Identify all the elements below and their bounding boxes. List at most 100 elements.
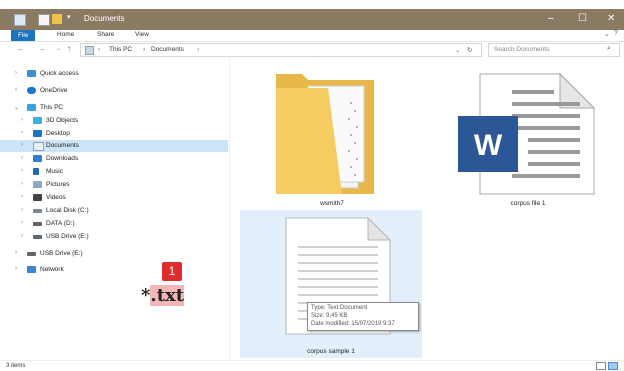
new-folder-icon[interactable] (52, 14, 62, 24)
network-icon (27, 266, 36, 273)
pane-divider[interactable] (229, 59, 230, 360)
expand-icon[interactable]: › (21, 207, 23, 213)
nav-label: Music (46, 168, 63, 175)
documents-location-icon (85, 46, 94, 55)
step-number-badge: 1 (162, 262, 182, 281)
up-icon[interactable]: ↑ (67, 44, 71, 53)
nav-item-onedrive[interactable]: › OneDrive (0, 85, 229, 97)
breadcrumb-this-pc[interactable]: This PC (109, 46, 132, 53)
item-count: 3 items (6, 363, 26, 369)
tooltip-size: Size: 9,45 KB (311, 313, 348, 319)
properties-icon[interactable] (38, 14, 50, 26)
nav-item-pictures[interactable]: › Pictures (0, 179, 229, 191)
collapse-icon[interactable]: ⌄ (14, 104, 19, 111)
help-icon[interactable]: ? (614, 30, 618, 37)
file-item-corpus-file-1[interactable]: W corpus file 1 (448, 72, 608, 212)
explorer-icon[interactable] (14, 14, 26, 26)
search-icon[interactable]: ⌕ (607, 45, 611, 53)
maximize-icon[interactable]: ☐ (578, 13, 587, 25)
file-item-wsmith7[interactable]: wsmith7 (262, 62, 402, 212)
annotation-file-pattern: *.txt (141, 285, 185, 306)
refresh-icon[interactable]: ↻ (467, 46, 472, 54)
nav-label: Downloads (46, 155, 79, 162)
expand-icon[interactable]: › (21, 117, 23, 123)
back-icon[interactable]: ← (17, 44, 25, 53)
computer-icon (27, 104, 36, 111)
file-item-corpus-sample-1[interactable]: corpus sample 1 (240, 210, 422, 358)
file-name: corpus sample 1 (307, 348, 355, 355)
title-bar: ▾ Documents – ☐ ✕ (0, 9, 624, 30)
desktop-icon (33, 130, 42, 137)
expand-icon[interactable]: › (21, 168, 23, 174)
nav-item-videos[interactable]: › Videos (0, 192, 229, 204)
nav-label: This PC (40, 104, 64, 111)
nav-item-network[interactable]: › Network (0, 264, 229, 276)
breadcrumb-documents[interactable]: Documents (151, 46, 184, 53)
nav-item-downloads[interactable]: › Downloads (0, 153, 229, 165)
file-info-tooltip: Type: Text Document Size: 9,45 KB Date m… (307, 302, 419, 331)
tab-share[interactable]: Share (97, 31, 114, 38)
search-input[interactable]: Search Documents (494, 46, 549, 53)
annotation-wildcard: * (141, 285, 151, 306)
drive-icon (33, 209, 42, 213)
address-row: ← → ⌄ ↑ › This PC › Documents › ⌄ ↻ Sear… (0, 41, 624, 58)
nav-item-local-disk-c[interactable]: › Local Disk (C:) (0, 205, 229, 217)
nav-item-quick-access[interactable]: › Quick access (0, 68, 229, 80)
usb-drive-icon (33, 235, 42, 239)
nav-item-usb-drive-e-sub[interactable]: › USB Drive (E:) (0, 231, 229, 243)
expand-icon[interactable]: › (21, 155, 23, 161)
tab-home[interactable]: Home (57, 31, 74, 38)
nav-item-music[interactable]: › Music (0, 166, 229, 178)
large-icons-view-icon[interactable] (608, 362, 618, 370)
quick-access-toolbar-dropdown-icon[interactable]: ▾ (67, 13, 71, 21)
file-name: wsmith7 (320, 200, 344, 207)
expand-ribbon-icon[interactable]: ⌄ (604, 30, 610, 38)
expand-icon[interactable]: › (15, 87, 17, 93)
star-icon (27, 70, 36, 77)
expand-icon[interactable]: › (15, 266, 17, 272)
tab-file[interactable]: File (11, 30, 36, 41)
nav-item-desktop[interactable]: › Desktop (0, 128, 229, 140)
nav-label: Quick access (40, 70, 79, 77)
nav-label: USB Drive (E:) (46, 233, 89, 240)
word-document-icon: W (458, 72, 596, 195)
cube-icon (33, 117, 42, 124)
expand-icon[interactable]: › (15, 250, 17, 256)
tab-view[interactable]: View (135, 31, 149, 38)
usb-drive-icon (27, 252, 36, 256)
tooltip-type: Type: Text Document (311, 305, 368, 311)
close-icon[interactable]: ✕ (607, 13, 615, 25)
nav-label: Videos (46, 194, 66, 201)
address-dropdown-icon[interactable]: ⌄ (455, 46, 460, 54)
file-name: corpus file 1 (510, 200, 546, 207)
nav-label: Local Disk (C:) (46, 207, 89, 214)
expand-icon[interactable]: › (21, 220, 23, 226)
nav-label: Desktop (46, 130, 70, 137)
nav-item-data-d[interactable]: › DATA (D:) (0, 218, 229, 230)
breadcrumb-separator-icon[interactable]: › (197, 46, 199, 53)
expand-icon[interactable]: › (21, 142, 23, 148)
nav-item-documents[interactable]: › Documents (0, 140, 228, 152)
nav-item-3d-objects[interactable]: › 3D Objects (0, 115, 229, 127)
details-view-icon[interactable] (596, 362, 606, 370)
pictures-icon (33, 181, 42, 188)
navigation-pane: › Quick access › OneDrive ⌄ This PC › 3D… (0, 59, 229, 360)
window-title: Documents (84, 14, 125, 23)
svg-text:W: W (474, 129, 503, 162)
expand-icon[interactable]: › (21, 233, 23, 239)
expand-icon[interactable]: › (21, 130, 23, 136)
videos-icon (33, 194, 42, 201)
recent-locations-icon[interactable]: ⌄ (56, 45, 61, 52)
minimize-icon[interactable]: – (548, 13, 554, 25)
address-bar[interactable]: › This PC › Documents › ⌄ ↻ (80, 43, 482, 57)
expand-icon[interactable]: › (21, 194, 23, 200)
download-icon (33, 155, 42, 162)
forward-icon[interactable]: → (38, 44, 46, 53)
nav-item-this-pc[interactable]: ⌄ This PC (0, 102, 229, 114)
search-box[interactable]: Search Documents ⌕ (488, 43, 620, 57)
nav-item-usb-drive-e[interactable]: › USB Drive (E:) (0, 248, 229, 260)
expand-icon[interactable]: › (15, 70, 17, 76)
expand-icon[interactable]: › (21, 181, 23, 187)
tooltip-date-modified: Date modified: 15/07/2019 9:37 (311, 321, 395, 327)
folder-icon (276, 74, 374, 194)
